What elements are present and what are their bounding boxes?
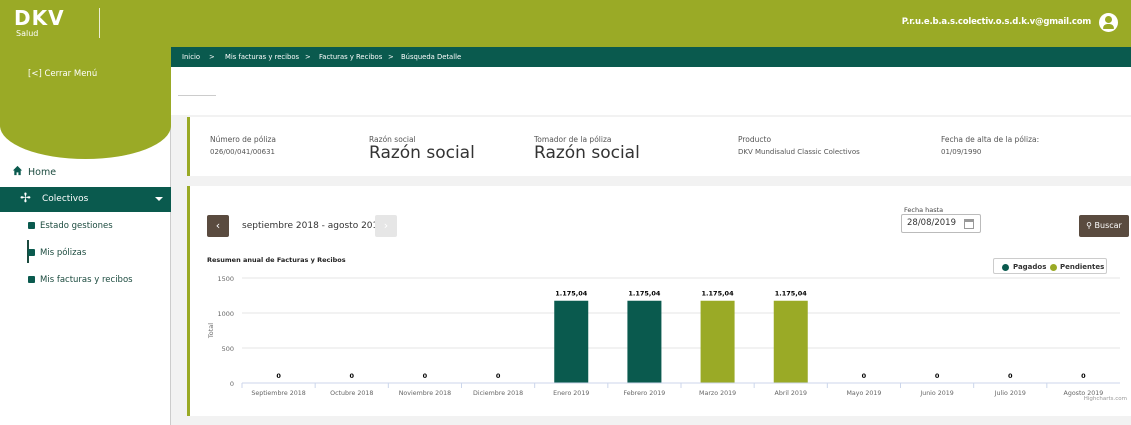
breadcrumb-inicio[interactable]: Inicio bbox=[182, 53, 200, 61]
x-tick-label: Mayo 2019 bbox=[846, 390, 881, 397]
data-label: 0 bbox=[862, 372, 867, 380]
divider bbox=[178, 95, 216, 96]
bar-chart: 0 500 1000 1500 Total 0 Septiembre 2018 0 Octubr… bbox=[207, 275, 1120, 397]
data-label: 0 bbox=[1081, 372, 1086, 380]
sidebar: [<] Cerrar Menú Home ✢ Colectivos Estado… bbox=[0, 47, 171, 425]
x-tick-label: Febrero 2019 bbox=[624, 390, 666, 397]
data-label: 1.175,04 bbox=[555, 290, 588, 298]
data-label: 0 bbox=[935, 372, 940, 380]
sidebar-item-mis-polizas[interactable]: Mis pólizas bbox=[40, 248, 86, 258]
fecha-hasta-input[interactable]: 28/08/2019 bbox=[901, 214, 981, 233]
prev-period-button[interactable]: ‹ bbox=[207, 215, 229, 237]
sidebar-item-mis-facturas[interactable]: Mis facturas y recibos bbox=[40, 275, 133, 285]
close-menu-button[interactable]: [<] Cerrar Menú bbox=[28, 69, 97, 79]
tomador-value: Razón social bbox=[534, 143, 640, 163]
data-label: 1.175,04 bbox=[775, 290, 808, 298]
data-label: 0 bbox=[423, 372, 428, 380]
dkv-logo[interactable]: DKV Salud bbox=[14, 6, 106, 42]
home-icon bbox=[12, 165, 23, 176]
content-header-strip bbox=[171, 67, 1131, 115]
user-email[interactable]: P.r.u.e.b.a.s.colectiv.o.s.d.k.v@gmail.c… bbox=[902, 17, 1091, 27]
y-axis-label: Total bbox=[207, 323, 215, 339]
next-period-button[interactable]: › bbox=[375, 215, 397, 237]
x-tick-label: Enero 2019 bbox=[553, 390, 589, 397]
fecha-hasta-label: Fecha hasta bbox=[904, 206, 944, 214]
y-tick-label: 500 bbox=[222, 345, 234, 353]
network-icon: ✢ bbox=[20, 191, 31, 206]
data-label: 1.175,04 bbox=[628, 290, 661, 298]
producto-label: Producto bbox=[738, 135, 772, 144]
chart-credit[interactable]: Highcharts.com bbox=[1084, 396, 1127, 402]
search-button-label: Buscar bbox=[1094, 221, 1122, 230]
breadcrumb-separator: > bbox=[209, 53, 215, 61]
fecha-alta-value: 01/09/1990 bbox=[941, 148, 982, 156]
document-icon bbox=[28, 222, 35, 229]
sidebar-item-home[interactable]: Home bbox=[28, 167, 56, 178]
data-label: 0 bbox=[349, 372, 354, 380]
bar-enero-2019 bbox=[554, 300, 589, 383]
x-tick-label: Diciembre 2018 bbox=[473, 390, 523, 397]
sidebar-section-colectivos[interactable]: ✢ Colectivos bbox=[0, 187, 171, 212]
chevron-down-icon bbox=[155, 197, 163, 201]
data-label: 1.175,04 bbox=[702, 290, 735, 298]
policy-summary-card: Número de póliza 026/00/041/00631 Razón … bbox=[187, 117, 1131, 176]
sidebar-section-label: Colectivos bbox=[42, 194, 89, 204]
numero-poliza-label: Número de póliza bbox=[210, 135, 276, 144]
x-tick-label: Marzo 2019 bbox=[699, 390, 736, 397]
y-tick-label: 1500 bbox=[217, 275, 234, 283]
razon-social-value: Razón social bbox=[369, 143, 475, 163]
numero-poliza-value: 026/00/041/00631 bbox=[210, 148, 275, 156]
fecha-alta-label: Fecha de alta de la póliza: bbox=[941, 135, 1040, 144]
x-tick-label: Noviembre 2018 bbox=[399, 390, 451, 397]
breadcrumb: Inicio > Mis facturas y recibos > Factur… bbox=[171, 47, 1131, 67]
logo-divider bbox=[99, 8, 100, 38]
data-label: 0 bbox=[1008, 372, 1013, 380]
search-icon: ⚲ bbox=[1086, 221, 1092, 230]
invoice-icon bbox=[28, 276, 35, 283]
x-tick-label: Abril 2019 bbox=[775, 390, 807, 397]
producto-value: DKV Mundisalud Classic Colectivos bbox=[738, 148, 860, 156]
breadcrumb-busqueda-detalle: Búsqueda Detalle bbox=[401, 53, 462, 61]
breadcrumb-mis-facturas[interactable]: Mis facturas y recibos bbox=[225, 53, 299, 61]
top-bar: DKV Salud P.r.u.e.b.a.s.colectiv.o.s.d.k… bbox=[0, 0, 1131, 47]
x-tick-label: Julio 2019 bbox=[994, 390, 1026, 397]
x-tick-label: Octubre 2018 bbox=[330, 390, 373, 397]
breadcrumb-separator: > bbox=[305, 53, 311, 61]
sidebar-item-estado-gestiones[interactable]: Estado gestiones bbox=[40, 221, 113, 231]
logo-subtitle: Salud bbox=[16, 29, 39, 38]
fecha-hasta-value: 28/08/2019 bbox=[907, 218, 956, 228]
data-label: 0 bbox=[276, 372, 281, 380]
y-tick-label: 0 bbox=[230, 380, 234, 388]
bar-marzo-2019 bbox=[700, 300, 735, 383]
x-tick-label: Septiembre 2018 bbox=[251, 390, 305, 397]
sidebar-header: [<] Cerrar Menú bbox=[0, 47, 171, 119]
bar-abril-2019 bbox=[773, 300, 808, 383]
x-tick-label: Junio 2019 bbox=[919, 390, 953, 397]
policy-icon bbox=[28, 249, 35, 256]
search-button[interactable]: ⚲ Buscar bbox=[1079, 215, 1129, 237]
calendar-icon[interactable] bbox=[964, 219, 974, 229]
user-profile-icon[interactable] bbox=[1099, 13, 1118, 32]
data-label: 0 bbox=[496, 372, 501, 380]
period-label: septiembre 2018 - agosto 2019 bbox=[242, 221, 384, 231]
y-tick-label: 1000 bbox=[217, 310, 234, 318]
chart-title: Resumen anual de Facturas y Recibos bbox=[207, 256, 346, 264]
logo-text: DKV bbox=[14, 6, 65, 30]
breadcrumb-facturas-recibos[interactable]: Facturas y Recibos bbox=[319, 53, 382, 61]
breadcrumb-separator: > bbox=[388, 53, 394, 61]
invoices-chart-card: ‹ septiembre 2018 - agosto 2019 › Fecha … bbox=[187, 186, 1131, 416]
bar-febrero-2019 bbox=[627, 300, 662, 383]
